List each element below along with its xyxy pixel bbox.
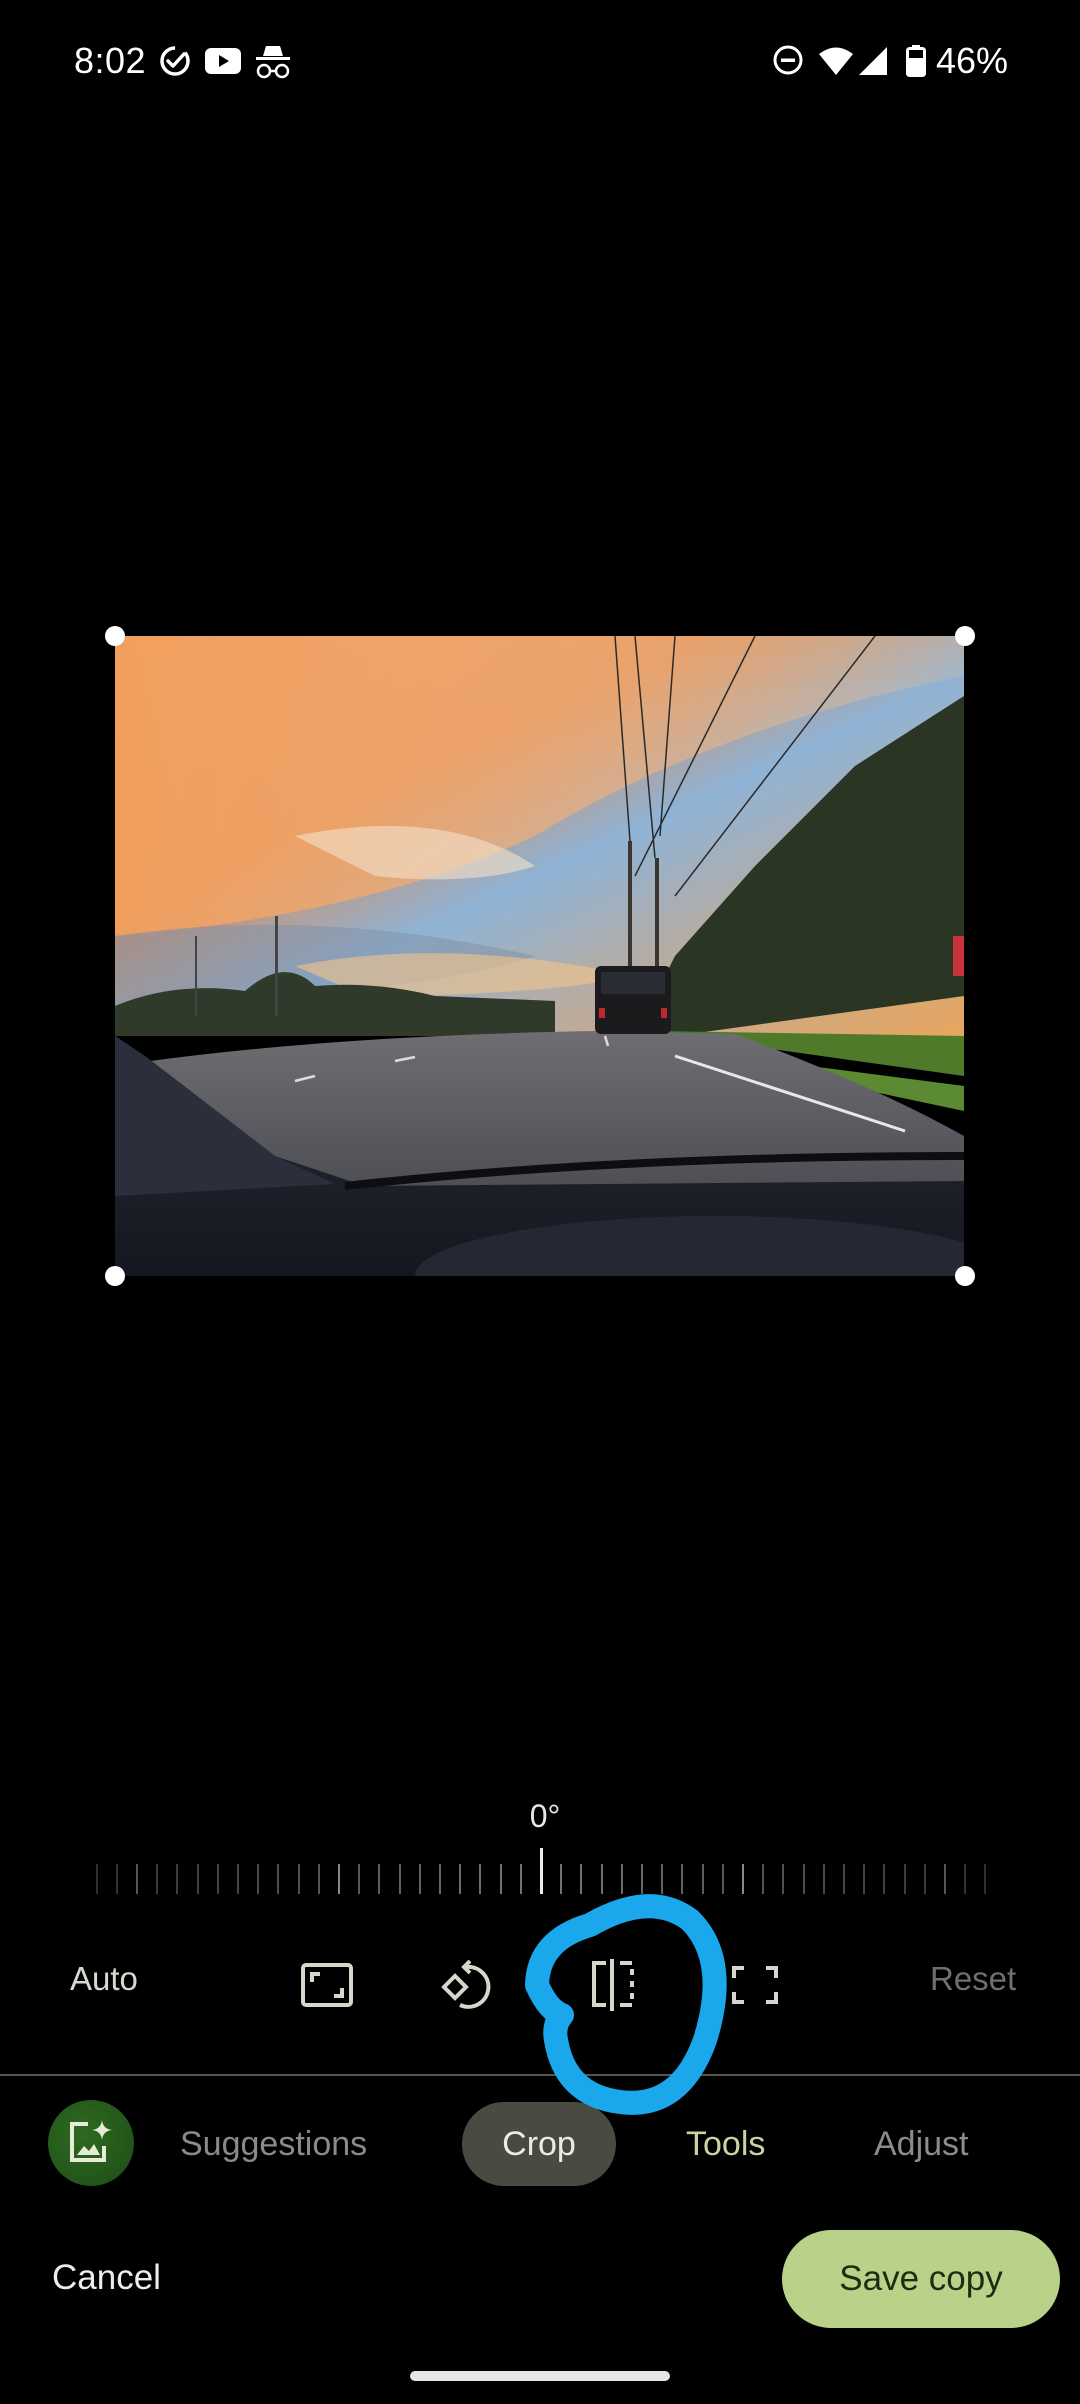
ruler-tick xyxy=(136,1864,138,1894)
ruler-tick xyxy=(338,1864,340,1894)
ruler-tick xyxy=(822,1864,825,1894)
tools-divider xyxy=(0,2074,1080,2076)
ruler-tick xyxy=(721,1864,724,1894)
photo-canvas[interactable] xyxy=(115,636,964,1276)
tasks-check-icon xyxy=(158,44,192,83)
status-time: 8:02 xyxy=(74,40,147,81)
ruler-tick xyxy=(418,1864,421,1894)
ruler-tick xyxy=(580,1864,583,1894)
ai-suggest-button[interactable] xyxy=(48,2100,134,2186)
crop-handle-bottom-left[interactable] xyxy=(105,1266,125,1286)
ruler-tick xyxy=(297,1864,300,1894)
ruler-tick xyxy=(883,1864,886,1894)
battery-icon xyxy=(906,45,926,82)
ruler-tick xyxy=(863,1864,866,1894)
ruler-tick xyxy=(196,1864,199,1894)
auto-button[interactable]: Auto xyxy=(70,1960,138,1998)
wifi-icon xyxy=(818,46,854,81)
ruler-tick xyxy=(600,1864,603,1894)
ruler-tick xyxy=(984,1864,987,1894)
straighten-slider[interactable] xyxy=(80,1840,1000,1900)
ruler-tick xyxy=(115,1864,118,1894)
magic-image-icon xyxy=(70,2120,112,2162)
edited-photo xyxy=(115,636,964,1276)
straighten-angle-value: 0° xyxy=(529,1798,561,1834)
rotate-icon[interactable] xyxy=(438,1955,498,2015)
ruler-tick xyxy=(499,1864,502,1894)
ruler-tick xyxy=(358,1864,361,1894)
status-bar: 8:02 46% xyxy=(0,0,1080,124)
ruler-tick xyxy=(641,1864,643,1894)
ruler-tick xyxy=(620,1864,623,1894)
ruler-tick xyxy=(519,1864,522,1894)
crop-handle-top-right[interactable] xyxy=(955,626,975,646)
ruler-tick xyxy=(742,1864,744,1894)
ruler-tick xyxy=(802,1864,805,1894)
battery-percent: 46% xyxy=(936,40,1009,81)
ruler-tick xyxy=(843,1864,845,1894)
ruler-tick xyxy=(317,1864,320,1894)
gesture-nav-handle[interactable] xyxy=(410,2371,670,2381)
ruler-center-indicator xyxy=(540,1848,543,1894)
ruler-tick xyxy=(176,1864,179,1894)
do-not-disturb-icon xyxy=(772,44,804,81)
ruler-tick xyxy=(661,1864,664,1894)
ruler-tick xyxy=(762,1864,765,1894)
reset-button[interactable]: Reset xyxy=(930,1960,1016,1998)
save-copy-button[interactable]: Save copy xyxy=(782,2230,1060,2328)
ruler-tick xyxy=(398,1864,401,1894)
ruler-tick xyxy=(944,1864,946,1894)
tab-adjust[interactable]: Adjust xyxy=(874,2112,969,2176)
crop-handle-top-left[interactable] xyxy=(105,626,125,646)
ruler-tick xyxy=(479,1864,482,1894)
ruler-tick xyxy=(782,1864,785,1894)
free-crop-icon[interactable] xyxy=(725,1955,785,2015)
flip-icon[interactable] xyxy=(583,1955,643,2015)
ruler-tick xyxy=(257,1864,260,1894)
ruler-tick xyxy=(95,1864,98,1894)
cell-signal-icon xyxy=(858,46,888,81)
incognito-icon xyxy=(255,42,291,85)
ruler-tick xyxy=(277,1864,280,1894)
ruler-tick xyxy=(378,1864,381,1894)
ruler-tick xyxy=(964,1864,967,1894)
tab-tools[interactable]: Tools xyxy=(686,2112,765,2176)
ruler-tick xyxy=(903,1864,906,1894)
ruler-tick xyxy=(237,1864,239,1894)
ruler-tick xyxy=(216,1864,219,1894)
tab-suggestions[interactable]: Suggestions xyxy=(180,2112,367,2176)
cancel-button[interactable]: Cancel xyxy=(52,2258,161,2298)
ruler-tick xyxy=(701,1864,704,1894)
youtube-icon xyxy=(204,47,242,80)
ruler-tick xyxy=(560,1864,563,1894)
ruler-tick xyxy=(459,1864,462,1894)
ruler-tick xyxy=(923,1864,926,1894)
ruler-tick xyxy=(156,1864,159,1894)
ruler-tick xyxy=(681,1864,684,1894)
aspect-ratio-icon[interactable] xyxy=(297,1955,357,2015)
tab-crop[interactable]: Crop xyxy=(462,2102,616,2186)
crop-handle-bottom-right[interactable] xyxy=(955,1266,975,1286)
ruler-tick xyxy=(439,1864,441,1894)
